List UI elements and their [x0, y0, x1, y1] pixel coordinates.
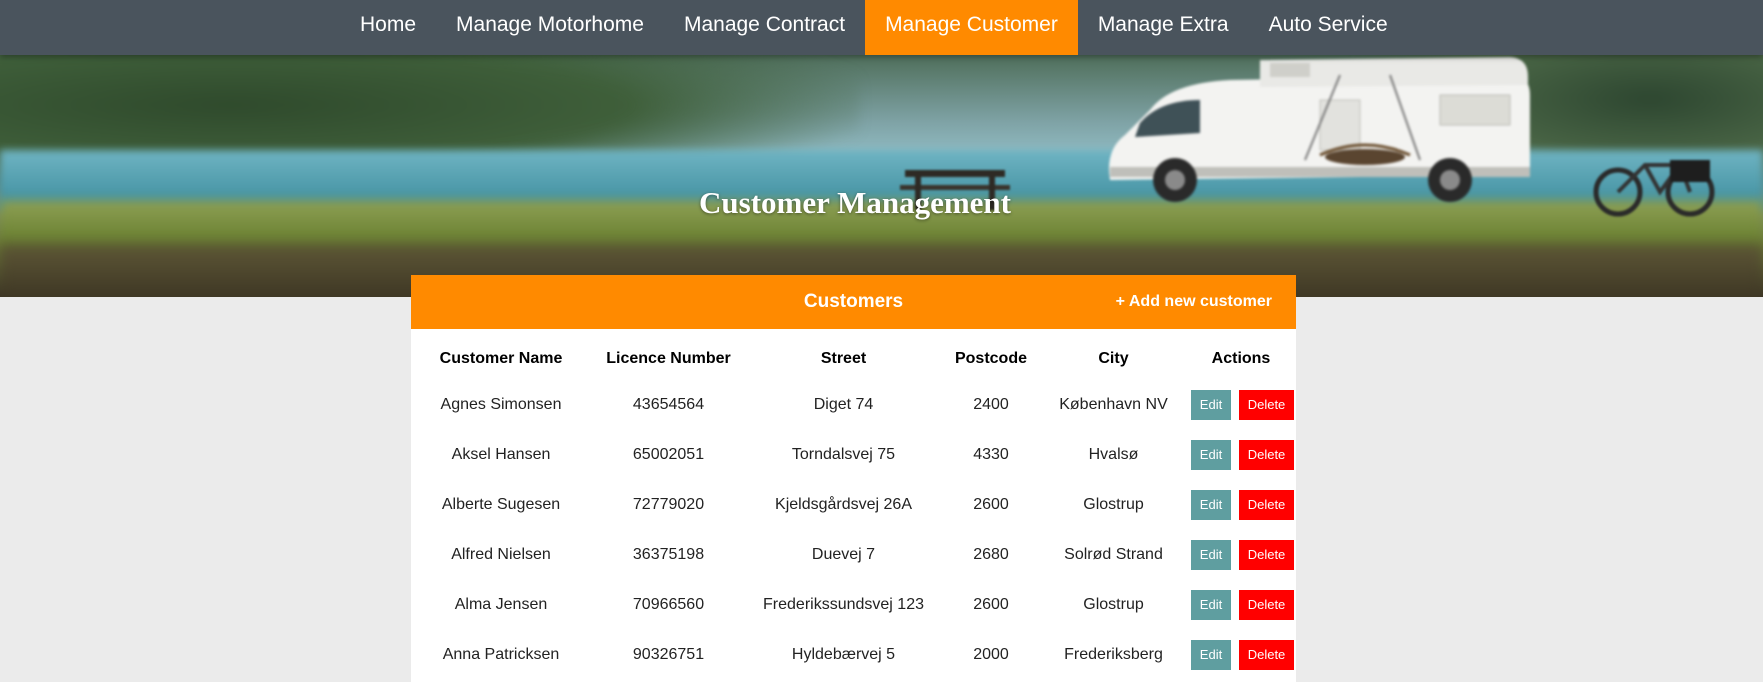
cell-licence-number: 90326751 [632, 646, 705, 663]
row-actions: Edit Delete [1186, 590, 1296, 620]
edit-button[interactable]: Edit [1191, 590, 1231, 620]
cell-licence-number: 36375198 [632, 546, 705, 563]
cell-postcode: 4330 [973, 446, 1009, 463]
cell-city: København NV [1059, 396, 1168, 413]
nav-item-manage-motorhome[interactable]: Manage Motorhome [436, 0, 664, 55]
cell-customer-name: Alberte Sugesen [441, 496, 561, 513]
customers-table: Customer Name Licence Number Street Post… [411, 337, 1296, 680]
nav-item-home[interactable]: Home [340, 0, 436, 55]
edit-button[interactable]: Edit [1191, 490, 1231, 520]
cell-customer-name: Alfred Nielsen [451, 546, 551, 563]
cell-licence-number: 70966560 [632, 596, 705, 613]
cell-postcode: 2600 [973, 596, 1009, 613]
table-row: Aksel Hansen 65002051 Torndalsvej 75 433… [411, 430, 1296, 480]
row-actions: Edit Delete [1186, 540, 1296, 570]
cell-postcode: 2000 [973, 646, 1009, 663]
nav-item-manage-customer[interactable]: Manage Customer [865, 0, 1078, 55]
cell-postcode: 2600 [973, 496, 1009, 513]
cell-customer-name: Anna Patricksen [442, 646, 560, 663]
delete-button[interactable]: Delete [1239, 390, 1294, 420]
motorhome-image [1109, 57, 1530, 202]
table-row: Agnes Simonsen 43654564 Diget 74 2400 Kø… [411, 380, 1296, 430]
table-header-row: Customer Name Licence Number Street Post… [411, 337, 1296, 380]
cell-licence-number: 43654564 [632, 396, 705, 413]
delete-button[interactable]: Delete [1239, 640, 1294, 670]
column-header-customer-name: Customer Name [439, 349, 563, 367]
cell-actions: Edit Delete [1186, 430, 1296, 480]
page-title: Customer Management [699, 185, 1011, 220]
table-row: Alberte Sugesen 72779020 Kjeldsgårdsvej … [411, 480, 1296, 530]
delete-button[interactable]: Delete [1239, 590, 1294, 620]
column-header-street: Street [820, 349, 867, 367]
cell-street: Hyldebærvej 5 [791, 646, 896, 663]
cell-city: Hvalsø [1088, 446, 1139, 463]
row-actions: Edit Delete [1186, 640, 1296, 670]
delete-button[interactable]: Delete [1239, 490, 1294, 520]
edit-button[interactable]: Edit [1191, 390, 1231, 420]
edit-button[interactable]: Edit [1191, 440, 1231, 470]
cell-customer-name: Alma Jensen [454, 596, 548, 613]
top-navbar: Home Manage Motorhome Manage Contract Ma… [0, 0, 1763, 55]
cell-street: Frederikssundsvej 123 [763, 596, 924, 613]
cell-actions: Edit Delete [1186, 630, 1296, 680]
cell-city: Frederiksberg [1064, 646, 1163, 663]
cell-postcode: 2680 [973, 546, 1009, 563]
cell-postcode: 2400 [973, 396, 1009, 413]
cell-actions: Edit Delete [1186, 580, 1296, 630]
nav-menu: Home Manage Motorhome Manage Contract Ma… [340, 0, 1408, 55]
edit-button[interactable]: Edit [1191, 540, 1231, 570]
column-header-actions: Actions [1211, 349, 1271, 367]
delete-button[interactable]: Delete [1239, 540, 1294, 570]
table-row: Anna Patricksen 90326751 Hyldebærvej 5 2… [411, 630, 1296, 680]
cell-city: Glostrup [1083, 596, 1144, 613]
customers-panel: Customers + Add new customer Customer Na… [411, 275, 1296, 682]
column-header-city: City [1098, 349, 1129, 367]
nav-item-manage-extra[interactable]: Manage Extra [1078, 0, 1249, 55]
nav-item-auto-service[interactable]: Auto Service [1249, 0, 1408, 55]
column-header-postcode: Postcode [954, 349, 1027, 367]
row-actions: Edit Delete [1186, 490, 1296, 520]
nav-item-manage-contract[interactable]: Manage Contract [664, 0, 865, 55]
hero-banner: Customer Management [0, 55, 1763, 297]
cell-city: Solrød Strand [1064, 546, 1163, 563]
cell-actions: Edit Delete [1186, 480, 1296, 530]
cell-actions: Edit Delete [1186, 380, 1296, 430]
cell-customer-name: Aksel Hansen [451, 446, 551, 463]
table-row: Alfred Nielsen 36375198 Duevej 7 2680 So… [411, 530, 1296, 580]
delete-button[interactable]: Delete [1239, 440, 1294, 470]
cell-actions: Edit Delete [1186, 530, 1296, 580]
cell-licence-number: 65002051 [632, 446, 705, 463]
table-row: Alma Jensen 70966560 Frederikssundsvej 1… [411, 580, 1296, 630]
cell-street: Kjeldsgårdsvej 26A [775, 496, 912, 513]
cell-licence-number: 72779020 [632, 496, 705, 513]
add-customer-button[interactable]: + Add new customer [1116, 275, 1272, 329]
row-actions: Edit Delete [1186, 390, 1296, 420]
edit-button[interactable]: Edit [1191, 640, 1231, 670]
column-header-licence-number: Licence Number [606, 349, 731, 367]
cell-city: Glostrup [1083, 496, 1144, 513]
cell-street: Diget 74 [813, 396, 874, 413]
cell-street: Duevej 7 [811, 546, 876, 563]
cell-street: Torndalsvej 75 [791, 446, 896, 463]
customers-panel-header: Customers + Add new customer [411, 275, 1296, 329]
cell-customer-name: Agnes Simonsen [440, 396, 562, 413]
row-actions: Edit Delete [1186, 440, 1296, 470]
